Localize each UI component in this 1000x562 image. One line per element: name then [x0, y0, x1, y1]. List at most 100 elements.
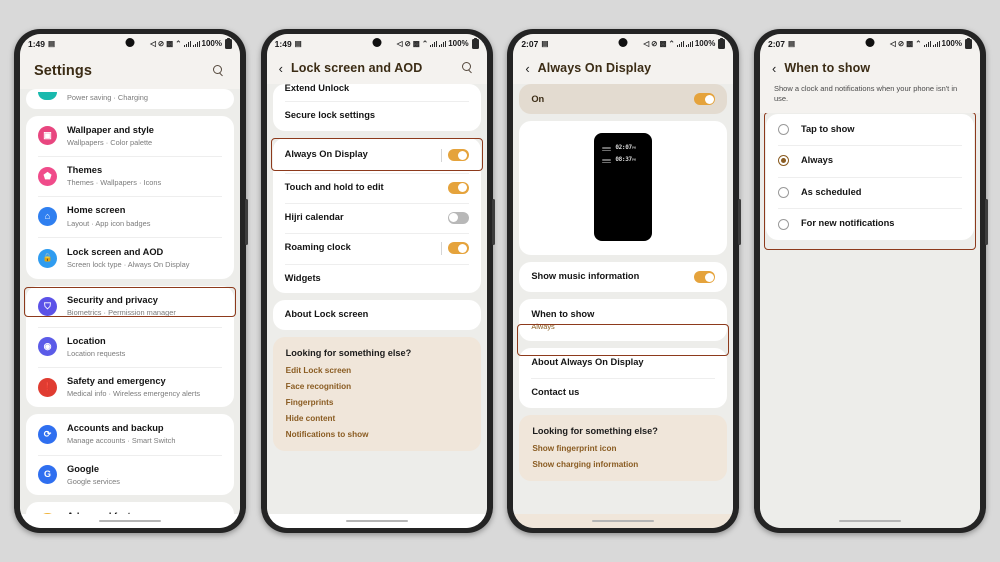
search-icon[interactable] — [461, 61, 475, 75]
list-item-title: Location — [67, 335, 106, 346]
radio-option-for-new-notifications[interactable]: For new notifications — [766, 208, 974, 240]
toggle-aod-master[interactable] — [694, 93, 716, 105]
app-bar-aod: ‹ Always On Display — [513, 53, 734, 84]
list-item-title: Security and privacy — [67, 295, 158, 306]
looking-heading: Looking for something else? — [285, 347, 412, 358]
gesture-bar-2[interactable] — [266, 514, 487, 528]
radio-icon[interactable] — [777, 187, 789, 199]
sidebar-item-themes[interactable]: ⬟ Themes Themes · Wallpapers · Icons — [26, 156, 234, 196]
link-edit-lock-screen[interactable]: Edit Lock screen — [286, 366, 468, 375]
list-item-text: Accounts and backup Manage accounts · Sm… — [67, 423, 222, 445]
list-item-title: Lock screen and AOD — [67, 246, 164, 257]
link-fingerprints[interactable]: Fingerprints — [286, 398, 468, 407]
phone-4-when-to-show: 2:07 ▤ ◁ ⊘ ▩ ⌃ 100% ‹ When to show Show … — [753, 29, 988, 533]
list-item-text: Wallpaper and style Wallpapers · Color p… — [67, 125, 222, 147]
gesture-bar-3[interactable] — [513, 514, 734, 528]
list-item-when-to-show[interactable]: When to show Always — [519, 299, 727, 341]
status-bar-right: ◁ ⊘ ▩ ⌃ 100% — [643, 37, 726, 49]
sidebar-item-home-screen[interactable]: ⌂ Home screen Layout · App icon badges — [26, 196, 234, 236]
link-hide-content[interactable]: Hide content — [286, 414, 468, 423]
list-item-about-aod[interactable]: About Always On Display — [519, 348, 727, 378]
vpn-icon: ▩ — [659, 38, 667, 48]
list-item-text: Advanced features Labs · S Pen · Side bu… — [67, 511, 222, 514]
lock-screen-list[interactable]: Extend Unlock Secure lock settings Alway… — [266, 84, 487, 514]
settings-group-personalization: ▣ Wallpaper and style Wallpapers · Color… — [26, 115, 234, 280]
radio-icon[interactable] — [777, 123, 789, 135]
link-show-fingerprint-icon[interactable]: Show fingerprint icon — [532, 444, 714, 453]
list-item-contact-us[interactable]: Contact us — [519, 377, 727, 408]
sync-icon: ⟳ — [38, 424, 57, 444]
back-button[interactable]: ‹ — [279, 62, 283, 75]
battery-percent: 100% — [694, 39, 716, 48]
back-button[interactable]: ‹ — [525, 62, 529, 75]
aod-clock: 02:07PM 08:37PM — [602, 144, 636, 163]
list-item-text: Hijri calendar — [285, 212, 448, 224]
battery-settings-icon — [38, 92, 57, 101]
page-title: Lock screen and AOD — [291, 61, 423, 75]
search-icon[interactable] — [213, 64, 226, 78]
toggle-hijri-calendar[interactable] — [447, 211, 469, 224]
toggle-touch-hold-edit[interactable] — [447, 181, 469, 194]
sidebar-item-safety-emergency[interactable]: ❗ Safety and emergency Medical info · Wi… — [26, 366, 234, 407]
sidebar-item-lock-screen-aod[interactable]: 🔒 Lock screen and AOD Screen lock type ·… — [26, 236, 234, 279]
list-item-touch-hold-edit[interactable]: Touch and hold to edit — [273, 172, 481, 203]
list-item-partial[interactable]: Power saving · Charging — [26, 89, 234, 109]
sidebar-item-google[interactable]: G Google Google services — [26, 454, 234, 495]
screenshot-icon: ▤ — [48, 38, 56, 48]
link-show-charging-information[interactable]: Show charging information — [532, 460, 714, 469]
list-item-title: Roaming clock — [284, 242, 351, 253]
list-item-show-music-information[interactable]: Show music information — [519, 262, 727, 292]
radio-option-tap-to-show[interactable]: Tap to show — [766, 114, 974, 146]
dnd-icon: ⊘ — [404, 38, 411, 48]
list-item-secure-lock-settings[interactable]: Secure lock settings — [273, 101, 481, 131]
link-notifications-to-show[interactable]: Notifications to show — [286, 430, 468, 439]
home-icon: ⌂ — [38, 207, 57, 227]
wifi-icon: ⌃ — [915, 38, 922, 48]
wifi-icon: ⌃ — [421, 38, 429, 48]
sidebar-item-advanced-features[interactable]: ✦ Advanced features Labs · S Pen · Side … — [26, 502, 234, 514]
phone-3-always-on-display: 2:07 ▤ ◁ ⊘ ▩ ⌃ 100% ‹ Always On Display — [507, 29, 742, 533]
radio-icon[interactable] — [777, 218, 789, 230]
vpn-icon: ▩ — [906, 38, 914, 48]
list-item-roaming-clock[interactable]: Roaming clock — [273, 232, 481, 264]
radio-option-as-scheduled[interactable]: As scheduled — [766, 176, 974, 209]
list-item-text: When to show Always — [531, 309, 715, 331]
toggle-show-music-information[interactable] — [694, 271, 716, 283]
aod-list[interactable]: On 02:07PM 08:37PM Show music informatio… — [513, 84, 734, 514]
list-item-always-on-display[interactable]: Always On Display — [273, 138, 481, 173]
sidebar-item-location[interactable]: ◉ Location Location requests — [26, 326, 234, 367]
app-bar-settings: Settings — [20, 53, 240, 89]
back-button[interactable]: ‹ — [772, 62, 776, 75]
list-item-subtitle: Location requests — [67, 348, 126, 358]
list-item-text: Home screen Layout · App icon badges — [67, 205, 222, 227]
status-bar-left: 2:07 ▤ — [521, 39, 548, 49]
list-item-hijri-calendar[interactable]: Hijri calendar — [273, 202, 481, 233]
toggle-roaming-clock[interactable] — [447, 242, 469, 255]
list-item-text: Tap to show — [801, 124, 962, 136]
dnd-icon: ⊘ — [651, 38, 658, 48]
toggle-always-on-display[interactable] — [447, 149, 469, 162]
radio-label: Tap to show — [800, 123, 855, 134]
radio-icon-selected[interactable] — [777, 155, 789, 167]
radio-option-always[interactable]: Always — [766, 145, 974, 177]
battery-icon — [225, 37, 232, 49]
settings-list[interactable]: Power saving · Charging ▣ Wallpaper and … — [20, 89, 240, 514]
list-item-widgets[interactable]: Widgets — [273, 263, 481, 294]
sidebar-item-security-privacy[interactable]: ⛉ Security and privacy Biometrics · Perm… — [26, 286, 234, 326]
sidebar-item-wallpaper[interactable]: ▣ Wallpaper and style Wallpapers · Color… — [26, 116, 234, 156]
list-item-text: Safety and emergency Medical info · Wire… — [67, 376, 222, 398]
gesture-bar-1[interactable] — [20, 514, 240, 528]
radio-group: Tap to show Always As scheduled For new … — [765, 113, 974, 240]
list-item-extend-unlock[interactable]: Extend Unlock — [273, 84, 481, 101]
sidebar-item-accounts-backup[interactable]: ⟳ Accounts and backup Manage accounts · … — [26, 414, 234, 454]
link-face-recognition[interactable]: Face recognition — [286, 382, 468, 391]
when-to-show-options[interactable]: Tap to show Always As scheduled For new … — [759, 112, 980, 514]
lock-icon: 🔒 — [38, 248, 57, 268]
gesture-bar-4[interactable] — [759, 514, 980, 528]
list-item-subtitle: Themes · Wallpapers · Icons — [67, 178, 162, 188]
list-item-about-lock-screen[interactable]: About Lock screen — [273, 300, 481, 330]
master-switch-row[interactable]: On — [519, 84, 728, 114]
list-item-title: About Always On Display — [531, 357, 644, 368]
list-item-text: About Always On Display — [531, 357, 715, 369]
status-time: 2:07 — [521, 38, 539, 49]
